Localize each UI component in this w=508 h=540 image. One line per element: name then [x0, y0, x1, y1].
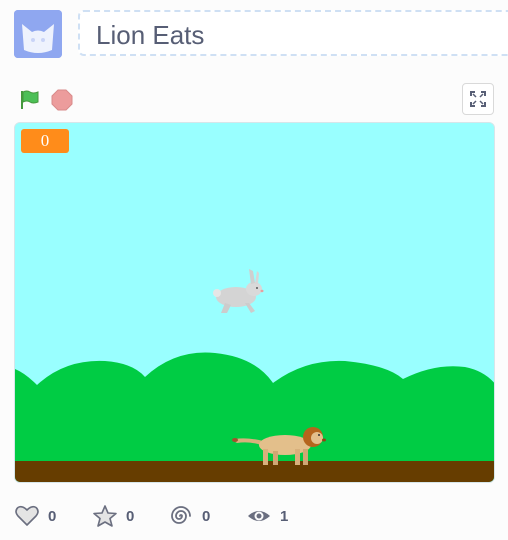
project-title[interactable]: Lion Eats: [96, 20, 204, 51]
favorite-count: 0: [126, 508, 135, 525]
project-stage[interactable]: 0: [14, 122, 495, 483]
love-count: 0: [48, 508, 57, 525]
fullscreen-button[interactable]: [462, 83, 494, 115]
heart-icon: [15, 505, 39, 526]
star-icon: [93, 505, 117, 527]
project-stats: 0 0 0 1: [14, 502, 334, 530]
score-monitor: 0: [21, 129, 69, 153]
project-title-field[interactable]: Lion Eats: [78, 10, 508, 56]
cat-face-avatar-icon: [14, 10, 62, 58]
rabbit-sprite[interactable]: [211, 267, 267, 317]
fullscreen-icon: [470, 91, 486, 107]
remix-swirl-icon: [171, 506, 191, 524]
green-flag-icon: [21, 90, 39, 109]
stop-sign-icon: [51, 89, 73, 111]
eye-icon: [248, 511, 270, 521]
stop-button[interactable]: [50, 88, 74, 112]
views-count: 1: [280, 508, 289, 525]
green-flag-button[interactable]: [17, 88, 41, 112]
avatar[interactable]: [14, 10, 62, 58]
remix-count: 0: [202, 508, 211, 525]
lion-sprite[interactable]: [231, 419, 331, 467]
